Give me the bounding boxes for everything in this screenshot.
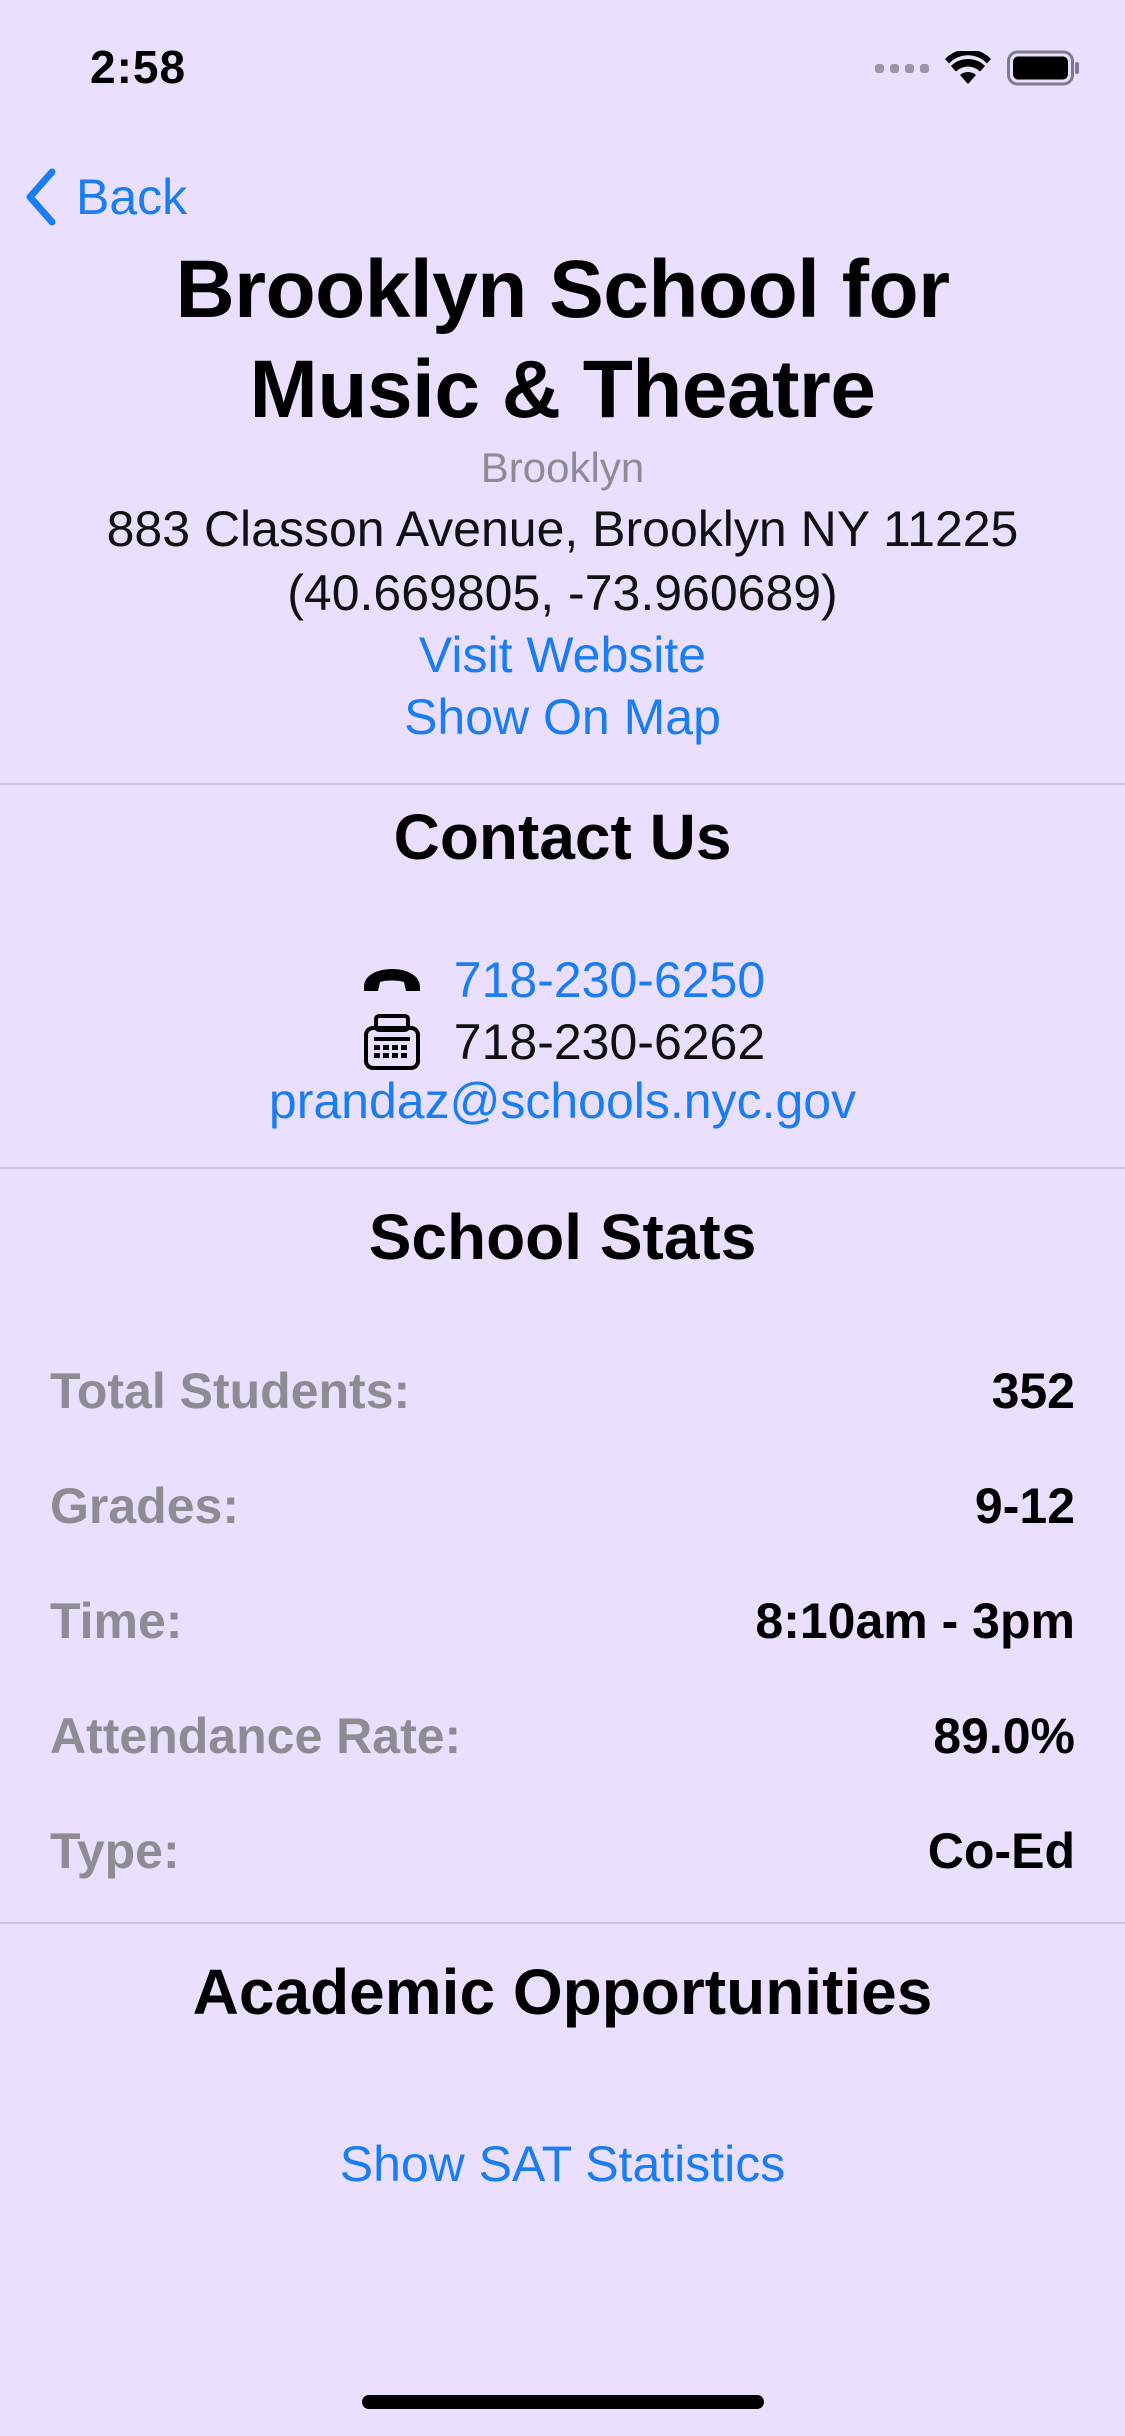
- cellular-signal-icon: [875, 63, 929, 73]
- stat-row-total-students: Total Students: 352: [50, 1362, 1075, 1420]
- visit-website-link[interactable]: Visit Website: [419, 627, 706, 683]
- school-name-line-1: Brooklyn School for: [175, 244, 950, 335]
- stat-label: Grades:: [50, 1478, 239, 1534]
- stat-label: Type:: [50, 1823, 180, 1879]
- school-name-line-2: Music & Theatre: [249, 344, 876, 435]
- stat-label: Total Students:: [50, 1363, 411, 1419]
- academics-heading: Academic Opportunities: [192, 1956, 933, 2028]
- fax-number: 718-230-6262: [453, 1014, 766, 1070]
- wifi-icon: [945, 51, 991, 84]
- stat-value: Co-Ed: [927, 1823, 1075, 1879]
- contact-heading: Contact Us: [393, 801, 732, 873]
- stat-value: 89.0%: [933, 1708, 1075, 1764]
- email-row: prandaz@schools.nyc.gov: [0, 1072, 1125, 1130]
- phone-icon: [360, 950, 424, 1010]
- fax-row: 718-230-6262: [0, 1012, 1125, 1072]
- stat-row-type: Type: Co-Ed: [50, 1822, 1075, 1880]
- stat-row-time: Time: 8:10am - 3pm: [50, 1592, 1075, 1650]
- stat-label: Time:: [50, 1593, 183, 1649]
- stat-label: Attendance Rate:: [50, 1708, 462, 1764]
- fax-icon: [360, 1012, 424, 1072]
- stats-heading: School Stats: [368, 1201, 757, 1273]
- coordinates-text: (40.669805, -73.960689): [287, 565, 838, 621]
- email-link[interactable]: prandaz@schools.nyc.gov: [269, 1072, 856, 1130]
- stat-row-attendance-rate: Attendance Rate: 89.0%: [50, 1707, 1075, 1765]
- phone-number-link[interactable]: 718-230-6250: [454, 951, 765, 1009]
- status-time: 2:58: [90, 41, 187, 93]
- sat-row: Show SAT Statistics: [0, 2135, 1125, 2193]
- status-bar: 2:58: [0, 0, 1125, 140]
- home-indicator[interactable]: [362, 2395, 764, 2409]
- stat-value: 8:10am - 3pm: [755, 1593, 1075, 1649]
- chevron-left-icon: [26, 168, 56, 226]
- status-icons: [875, 50, 1081, 86]
- address-text: 883 Classon Avenue, Brooklyn NY 11225: [106, 501, 1019, 557]
- show-sat-statistics-link[interactable]: Show SAT Statistics: [340, 2136, 786, 2192]
- back-label: Back: [76, 169, 188, 225]
- stat-value: 9-12: [974, 1478, 1075, 1534]
- stat-value: 352: [991, 1363, 1075, 1419]
- school-name: Brooklyn School for Music & Theatre: [0, 240, 1125, 440]
- visit-website-row: Visit Website: [0, 626, 1125, 684]
- divider: [0, 1922, 1125, 1924]
- back-button[interactable]: Back: [24, 168, 187, 226]
- borough-label: Brooklyn: [480, 444, 645, 491]
- show-on-map-row: Show On Map: [0, 688, 1125, 746]
- phone-row: 718-230-6250: [0, 950, 1125, 1010]
- divider: [0, 1167, 1125, 1169]
- divider: [0, 783, 1125, 785]
- battery-icon: [1007, 50, 1079, 86]
- show-on-map-link[interactable]: Show On Map: [404, 689, 721, 745]
- stat-row-grades: Grades: 9-12: [50, 1477, 1075, 1535]
